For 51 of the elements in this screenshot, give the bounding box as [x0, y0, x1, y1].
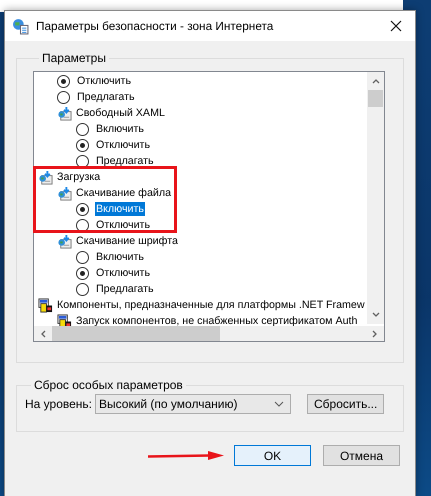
option-label[interactable]: Отключить [95, 218, 152, 232]
option-label[interactable]: Отключить [76, 74, 132, 88]
radio-button[interactable] [76, 250, 89, 264]
close-icon [390, 20, 402, 32]
download-icon [57, 106, 72, 120]
scroll-up-icon[interactable] [372, 78, 380, 84]
radio-button[interactable] [57, 90, 70, 104]
setting-label: Скачивание шрифта [75, 234, 179, 248]
option-label[interactable]: Включить [95, 250, 145, 264]
download-icon [57, 186, 72, 200]
option-label[interactable]: Предлагать [95, 154, 155, 168]
component-icon [38, 298, 53, 312]
vertical-scrollbar[interactable] [367, 72, 384, 324]
radio-button[interactable] [76, 266, 89, 280]
download-icon [57, 234, 72, 248]
scroll-down-icon[interactable] [372, 312, 380, 318]
download-icon [38, 170, 53, 184]
group-title: Параметры [41, 51, 107, 65]
horizontal-scrollbar[interactable] [34, 326, 384, 341]
option-label[interactable]: Отключить [95, 266, 152, 280]
setting-label: Скачивание файла [75, 186, 172, 200]
level-dropdown[interactable]: Высокий (по умолчанию) [95, 394, 291, 414]
option-label[interactable]: Включить [95, 122, 145, 136]
option-label[interactable]: Отключить [95, 138, 152, 152]
dialog-button[interactable]: Отмена [323, 445, 400, 466]
scroll-left-icon[interactable] [40, 330, 46, 338]
component-label: Компоненты, предназначенные для платформы .NET Framew [56, 298, 366, 312]
category-label: Загрузка [56, 170, 102, 184]
component-label: Запуск компонентов, не снабженных сертификатом Auth [75, 314, 358, 327]
window-title: Параметры безопасности - зона Интернета [36, 19, 274, 33]
chevron-down-icon [274, 401, 284, 407]
group-title: Сброс особых параметров [33, 378, 184, 392]
scroll-right-icon[interactable] [372, 330, 378, 338]
option-label[interactable]: Включить [95, 202, 145, 216]
option-label[interactable]: Предлагать [95, 282, 155, 296]
radio-button[interactable] [76, 154, 89, 168]
radio-button[interactable] [76, 282, 89, 296]
radio-button[interactable] [76, 122, 89, 136]
dialog-button[interactable]: OK [234, 445, 311, 466]
setting-label: Свободный XAML [75, 106, 166, 120]
settings-list[interactable] [33, 71, 385, 342]
radio-button[interactable] [76, 202, 89, 216]
radio-button[interactable] [57, 74, 70, 88]
scroll-thumb[interactable] [52, 326, 220, 341]
radio-button[interactable] [76, 138, 89, 152]
radio-button[interactable] [76, 218, 89, 232]
scroll-thumb[interactable] [368, 90, 383, 107]
globe-icon [12, 18, 29, 34]
option-label[interactable]: Предлагать [76, 90, 136, 104]
reset-button[interactable]: Сбросить... [307, 394, 384, 414]
level-label: На уровень: [25, 397, 94, 411]
